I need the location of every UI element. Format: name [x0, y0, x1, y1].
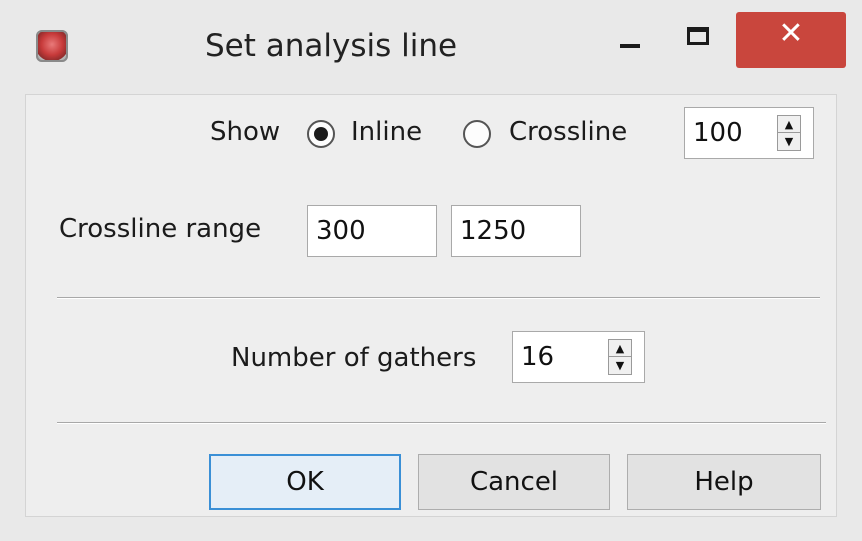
dialog-window: Set analysis line ✕ Show Inline Crosslin… — [0, 0, 862, 541]
ok-button[interactable]: OK — [209, 454, 401, 510]
spin-down-icon[interactable]: ▼ — [778, 133, 800, 150]
app-icon — [36, 30, 68, 62]
window-title: Set analysis line — [205, 28, 458, 64]
dialog-content: Show Inline Crossline 100 ▲ ▼ Crossline … — [25, 94, 837, 517]
line-number-value: 100 — [693, 118, 743, 148]
spin-up-icon[interactable]: ▲ — [778, 116, 800, 133]
minimize-button[interactable] — [606, 12, 666, 68]
number-of-gathers-spinner[interactable]: 16 ▲ ▼ — [512, 331, 645, 383]
number-of-gathers-label: Number of gathers — [231, 343, 477, 373]
title-bar[interactable]: Set analysis line ✕ — [0, 0, 862, 90]
separator — [57, 422, 826, 424]
crossline-range-label: Crossline range — [59, 214, 262, 244]
spin-up-icon[interactable]: ▲ — [609, 340, 631, 357]
radio-selected-dot — [314, 127, 328, 141]
line-number-spin-buttons[interactable]: ▲ ▼ — [777, 115, 801, 151]
spin-down-icon[interactable]: ▼ — [609, 357, 631, 374]
line-number-spinner[interactable]: 100 ▲ ▼ — [684, 107, 814, 159]
crossline-range-to-input[interactable]: 1250 — [451, 205, 581, 257]
minimize-icon — [620, 44, 640, 48]
show-label: Show — [210, 117, 281, 147]
radio-crossline[interactable] — [463, 120, 491, 148]
gathers-spin-buttons[interactable]: ▲ ▼ — [608, 339, 632, 375]
radio-inline[interactable] — [307, 120, 335, 148]
separator — [57, 297, 820, 299]
close-button[interactable]: ✕ — [736, 12, 846, 68]
crossline-range-from-input[interactable]: 300 — [307, 205, 437, 257]
close-icon: ✕ — [778, 16, 804, 51]
cancel-button[interactable]: Cancel — [418, 454, 610, 510]
help-button[interactable]: Help — [627, 454, 821, 510]
maximize-button[interactable] — [676, 12, 736, 68]
radio-crossline-label[interactable]: Crossline — [509, 117, 627, 147]
number-of-gathers-value: 16 — [521, 342, 555, 372]
radio-inline-label[interactable]: Inline — [351, 117, 422, 147]
maximize-icon — [687, 27, 709, 45]
